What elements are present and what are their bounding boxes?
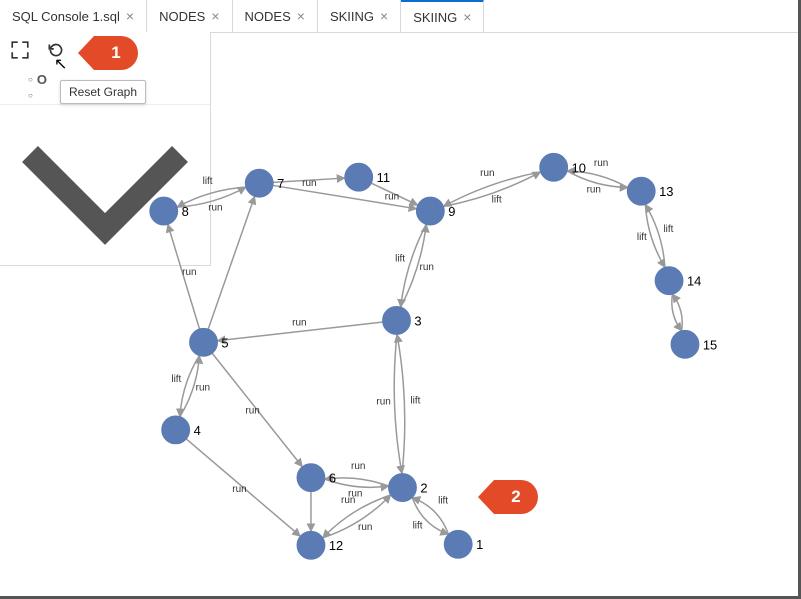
edge-label: run [480,168,494,179]
node-label: 14 [687,274,701,289]
tab-nodes[interactable]: NODES × [233,0,318,32]
graph-node-8[interactable] [150,197,178,225]
node-label: 2 [420,481,427,496]
graph-edge[interactable] [323,495,391,538]
edge-label: run [587,185,601,196]
graph-node-15[interactable] [671,330,699,358]
edge-label: run [351,461,365,472]
edge-label: lift [492,194,502,205]
graph-node-3[interactable] [383,307,411,335]
edge-label: lift [663,224,673,235]
node-label: 10 [572,160,586,175]
graph-node-11[interactable] [345,163,373,191]
graph-node-7[interactable] [245,169,273,197]
edge-label: run [232,484,246,495]
tab-bar: SQL Console 1.sql×NODES×NODES×SKIING×SKI… [0,0,798,33]
node-label: 11 [377,170,390,185]
edge-label: run [420,262,434,273]
edge-label: run [208,202,222,213]
edge-label: run [182,267,196,278]
node-label: 13 [659,184,673,199]
graph-edge[interactable] [645,204,665,267]
callout-1: 1 [94,36,138,70]
node-label: 3 [414,313,421,328]
tab-label: SKIING [413,10,457,25]
edge-label: run [341,495,355,506]
tab-label: SKIING [330,9,374,24]
graph-node-4[interactable] [162,416,190,444]
node-label: 1 [476,537,483,552]
graph-node-9[interactable] [416,197,444,225]
close-icon[interactable]: × [211,8,219,24]
node-label: 15 [703,337,717,352]
graph-node-5[interactable] [190,328,218,356]
close-icon[interactable]: × [380,8,388,24]
edge-label: run [358,522,372,533]
graph-edge[interactable] [208,196,255,329]
node-label: 12 [329,538,343,553]
tab-label: SQL Console 1.sql [12,9,120,24]
node-label: 7 [277,176,284,191]
graph-node-10[interactable] [540,153,568,181]
tab-label: NODES [159,9,205,24]
tab-skiing[interactable]: SKIING × [401,0,484,32]
graph-node-13[interactable] [627,177,655,205]
node-label: 5 [221,335,228,350]
edge-label: lift [438,495,448,506]
graph-node-6[interactable] [297,464,325,492]
node-label: 8 [182,204,189,219]
edge-label: lift [203,176,213,187]
tab-sql-console-1-sql[interactable]: SQL Console 1.sql × [0,0,147,32]
tab-skiing[interactable]: SKIING × [318,0,401,32]
tab-nodes[interactable]: NODES × [147,0,232,32]
graph-edge[interactable] [645,204,665,267]
callout-1-label: 1 [111,43,120,63]
edge-label: lift [171,374,181,385]
edge-label: lift [395,254,405,265]
graph-node-14[interactable] [655,267,683,295]
graph-node-2[interactable] [389,474,417,502]
close-icon[interactable]: × [126,8,134,24]
edge-label: run [245,406,259,417]
graph-node-1[interactable] [444,530,472,558]
edge-label: lift [410,395,420,406]
app-frame: SQL Console 1.sql×NODES×NODES×SKIING×SKI… [0,0,801,599]
node-label: 9 [448,204,455,219]
graph-node-12[interactable] [297,531,325,559]
node-label: 4 [194,423,201,438]
graph-edge[interactable] [323,495,391,538]
close-icon[interactable]: × [297,8,305,24]
close-icon[interactable]: × [463,9,471,25]
edge-label: run [292,317,306,328]
edge-label: run [376,397,390,408]
edge-label: run [594,158,608,169]
tab-label: NODES [245,9,291,24]
edge-label: run [196,382,210,393]
edge-label: run [302,178,316,189]
edge-label: run [385,192,399,203]
graph-canvas[interactable]: lift lift lift run run run run run run run lift run… [0,32,798,596]
edge-label: lift [637,232,647,243]
callout-2: 2 [494,480,538,514]
node-label: 6 [329,471,336,486]
callout-2-label: 2 [511,487,520,507]
edge-label: lift [413,520,423,531]
